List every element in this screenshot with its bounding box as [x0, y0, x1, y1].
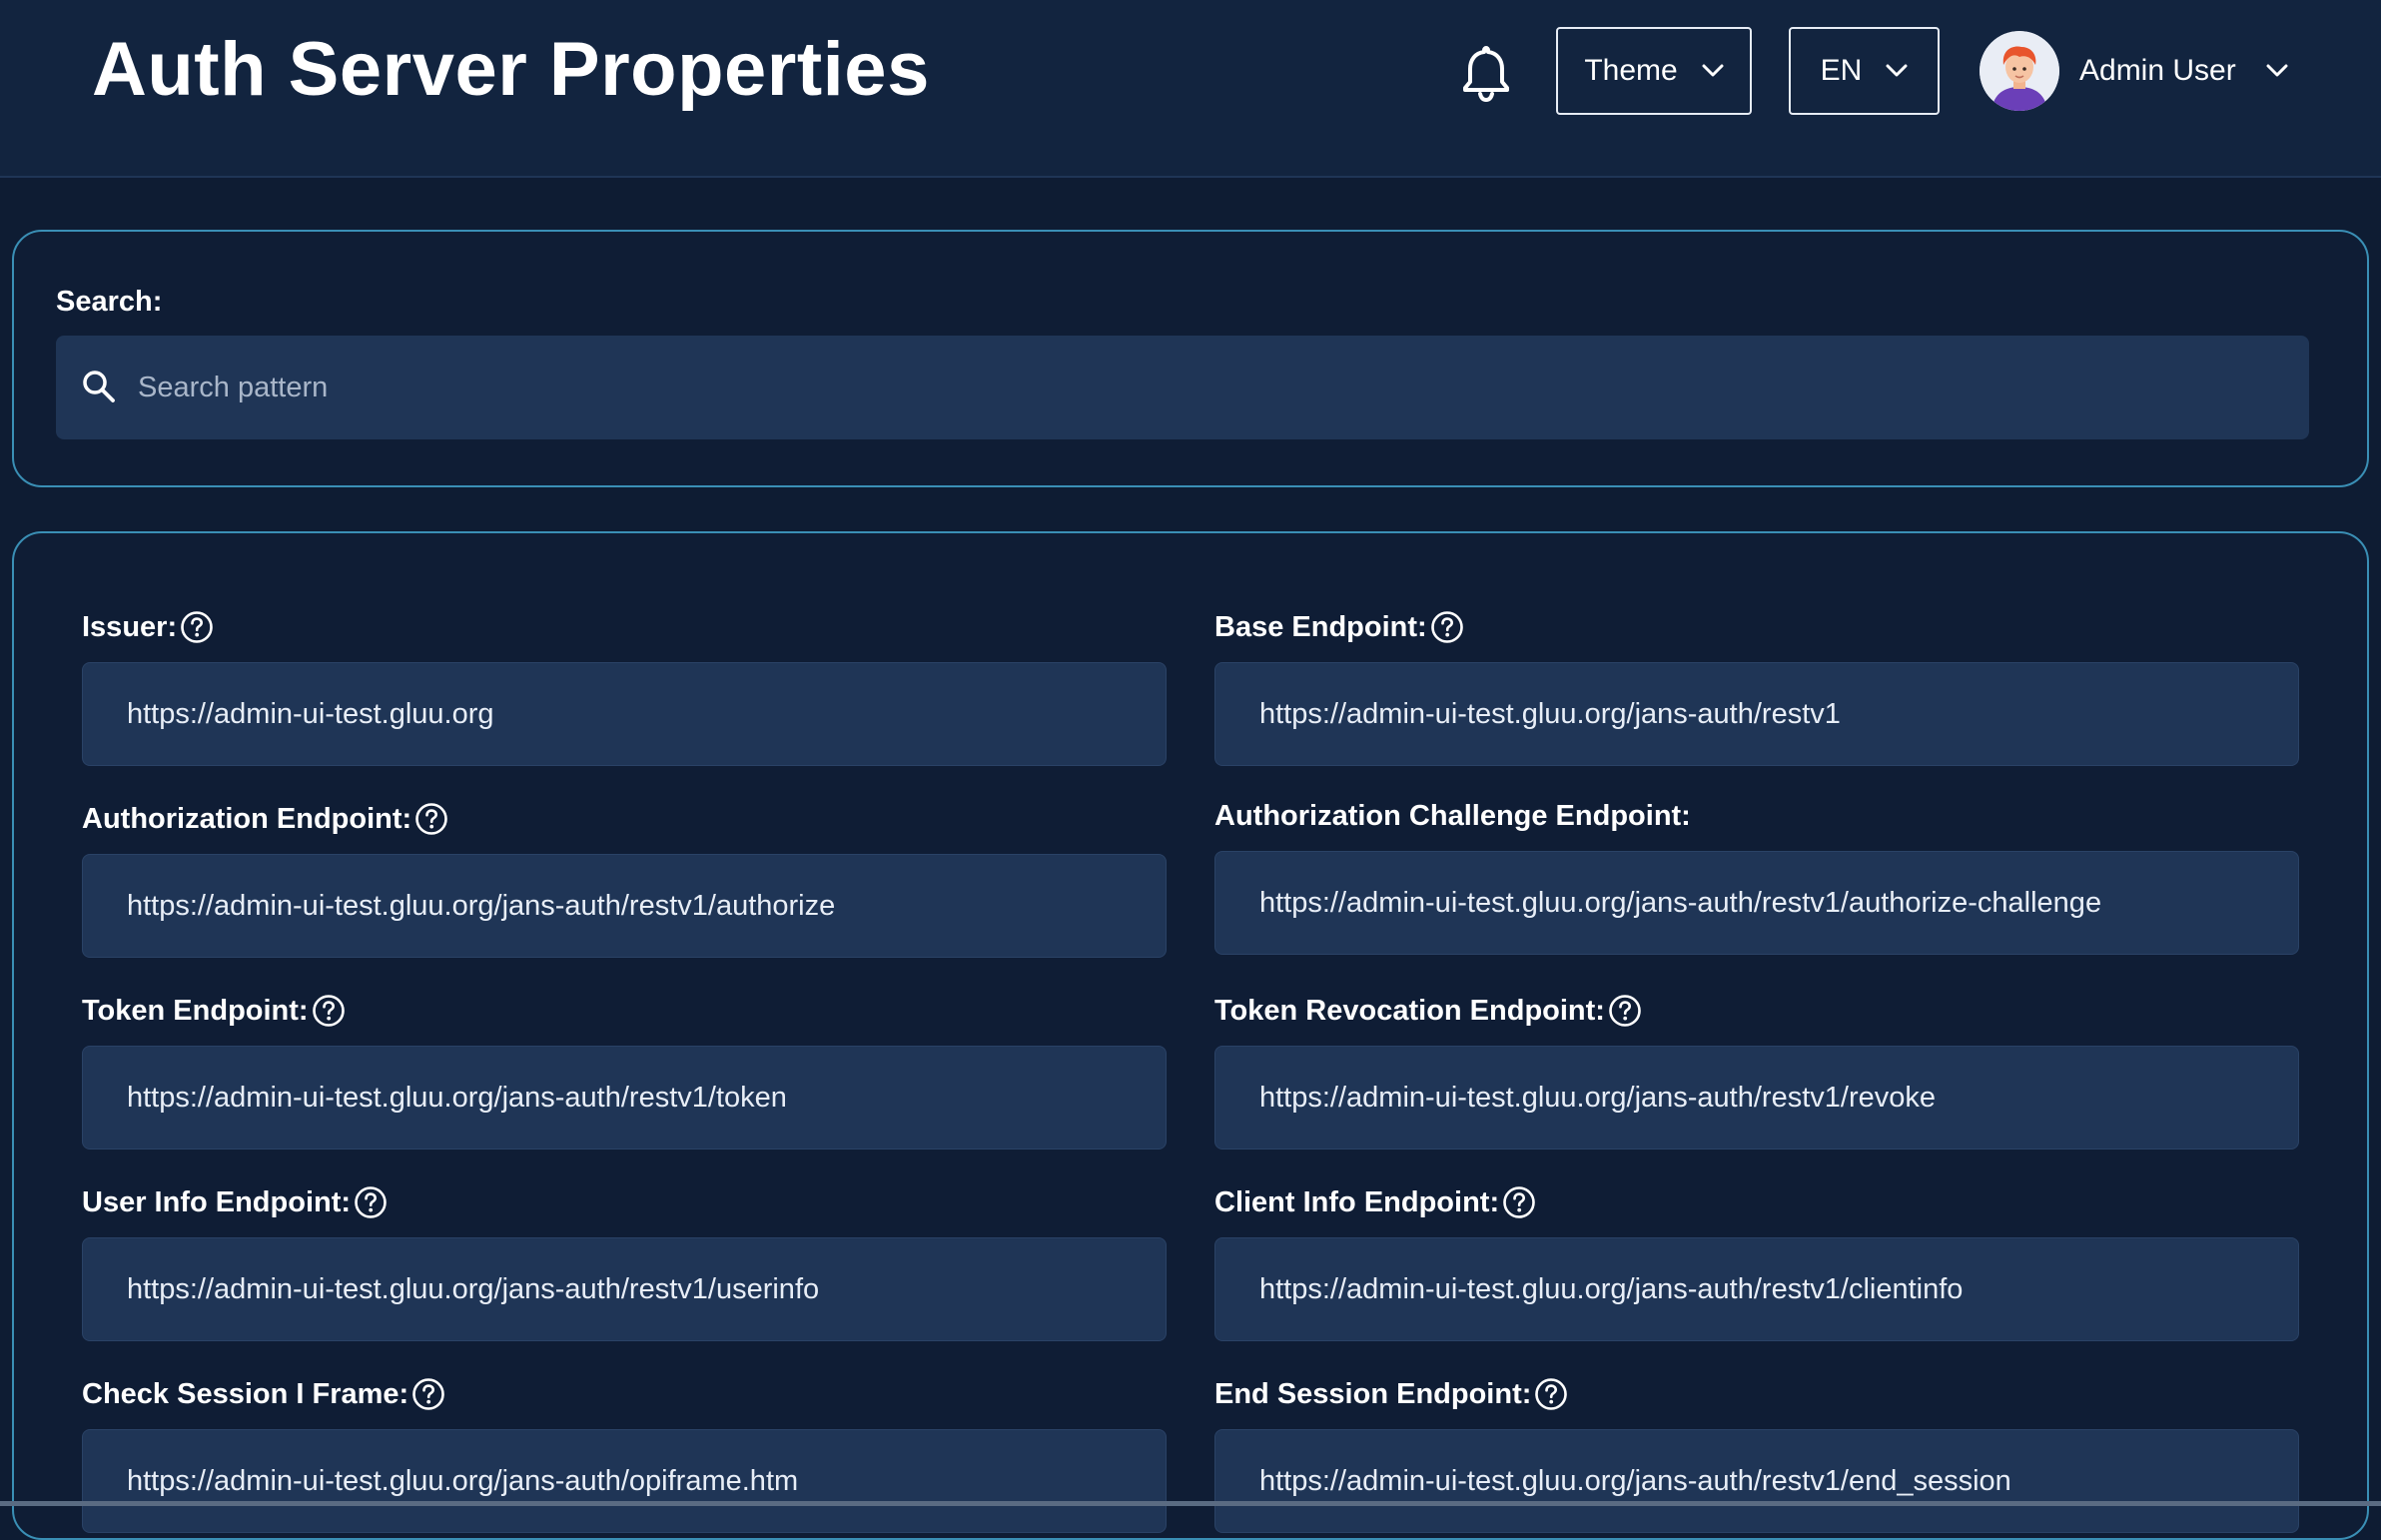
properties-card: Issuer: https://admin-ui-test.gluu.org Bas…: [12, 531, 2369, 1540]
property-field: Client Info Endpoint: https://admin-ui-te…: [1214, 1182, 2299, 1341]
search-label: Search:: [56, 286, 163, 318]
property-value-field[interactable]: https://admin-ui-test.gluu.org/jans-auth…: [82, 1237, 1167, 1341]
language-dropdown-label: EN: [1820, 54, 1863, 87]
property-label-text: Check Session I Frame:: [82, 1377, 409, 1410]
property-value-field[interactable]: https://admin-ui-test.gluu.org/jans-auth…: [1214, 662, 2299, 766]
language-dropdown[interactable]: EN: [1789, 27, 1940, 115]
property-value-field[interactable]: https://admin-ui-test.gluu.org/jans-auth…: [1214, 1046, 2299, 1150]
chevron-down-icon: [2266, 64, 2288, 77]
property-label: User Info Endpoint:: [82, 1182, 1167, 1222]
property-value-field[interactable]: https://admin-ui-test.gluu.org: [82, 662, 1167, 766]
top-header: Auth Server Properties Theme EN Admin Us…: [0, 0, 2381, 178]
property-field: Authorization Challenge Endpoint: https:/…: [1214, 796, 2299, 955]
property-label-text: Issuer:: [82, 610, 178, 643]
chevron-down-icon: [1702, 64, 1724, 77]
property-label: Token Endpoint:: [82, 991, 1167, 1031]
property-label-text: User Info Endpoint:: [82, 1185, 352, 1218]
property-label-text: Token Endpoint:: [82, 994, 309, 1027]
property-field: End Session Endpoint: https://admin-ui-te…: [1214, 1374, 2299, 1533]
property-label: Issuer:: [82, 607, 1167, 647]
property-label-text: Base Endpoint:: [1214, 610, 1427, 643]
search-card: Search:: [12, 230, 2369, 487]
property-value-field[interactable]: https://admin-ui-test.gluu.org/jans-auth…: [82, 1429, 1167, 1533]
chevron-down-icon: [1886, 64, 1908, 77]
property-label: Base Endpoint:: [1214, 607, 2299, 647]
property-value-field[interactable]: https://admin-ui-test.gluu.org/jans-auth…: [82, 854, 1167, 958]
property-field: Base Endpoint: https://admin-ui-test.gluu…: [1214, 607, 2299, 766]
property-field: Authorization Endpoint: https://admin-ui-…: [82, 799, 1167, 958]
property-label-text: Token Revocation Endpoint:: [1214, 994, 1605, 1027]
theme-dropdown-label: Theme: [1584, 54, 1678, 87]
property-value-field[interactable]: https://admin-ui-test.gluu.org/jans-auth…: [1214, 1237, 2299, 1341]
property-value-field[interactable]: https://admin-ui-test.gluu.org/jans-auth…: [1214, 851, 2299, 955]
property-field: Issuer: https://admin-ui-test.gluu.org: [82, 607, 1167, 766]
help-circle-icon[interactable]: [1502, 1185, 1536, 1219]
help-circle-icon[interactable]: [411, 1377, 445, 1411]
page-title: Auth Server Properties: [92, 27, 930, 112]
user-menu[interactable]: Admin User: [1980, 31, 2288, 111]
user-name: Admin User: [2079, 54, 2236, 87]
property-label-text: Client Info Endpoint:: [1214, 1185, 1500, 1218]
bell-icon[interactable]: [1460, 44, 1512, 102]
property-label: Authorization Endpoint:: [82, 799, 1167, 839]
search-icon: [83, 371, 115, 402]
property-field: User Info Endpoint: https://admin-ui-test…: [82, 1182, 1167, 1341]
property-label: Token Revocation Endpoint:: [1214, 991, 2299, 1031]
property-label: End Session Endpoint:: [1214, 1374, 2299, 1414]
search-input[interactable]: [138, 336, 2285, 439]
property-label-text: Authorization Challenge Endpoint:: [1214, 799, 1691, 832]
property-label-text: End Session Endpoint:: [1214, 1377, 1532, 1410]
help-circle-icon[interactable]: [1430, 610, 1464, 644]
help-circle-icon[interactable]: [180, 610, 214, 644]
help-circle-icon[interactable]: [1608, 994, 1642, 1028]
property-field: Check Session I Frame: https://admin-ui-t…: [82, 1374, 1167, 1533]
theme-dropdown[interactable]: Theme: [1556, 27, 1752, 115]
property-label-text: Authorization Endpoint:: [82, 802, 412, 835]
property-value-field[interactable]: https://admin-ui-test.gluu.org/jans-auth…: [1214, 1429, 2299, 1533]
property-field: Token Endpoint: https://admin-ui-test.glu…: [82, 991, 1167, 1150]
help-circle-icon[interactable]: [312, 994, 346, 1028]
property-field: Token Revocation Endpoint: https://admin-…: [1214, 991, 2299, 1150]
property-label: Check Session I Frame:: [82, 1374, 1167, 1414]
help-circle-icon[interactable]: [414, 802, 448, 836]
user-avatar-icon: [1980, 31, 2059, 111]
property-label: Client Info Endpoint:: [1214, 1182, 2299, 1222]
property-label: Authorization Challenge Endpoint:: [1214, 796, 2299, 836]
help-circle-icon[interactable]: [354, 1185, 388, 1219]
window-bottom-edge: [0, 1501, 2381, 1506]
search-box[interactable]: [56, 336, 2309, 439]
help-circle-icon[interactable]: [1534, 1377, 1568, 1411]
property-value-field[interactable]: https://admin-ui-test.gluu.org/jans-auth…: [82, 1046, 1167, 1150]
